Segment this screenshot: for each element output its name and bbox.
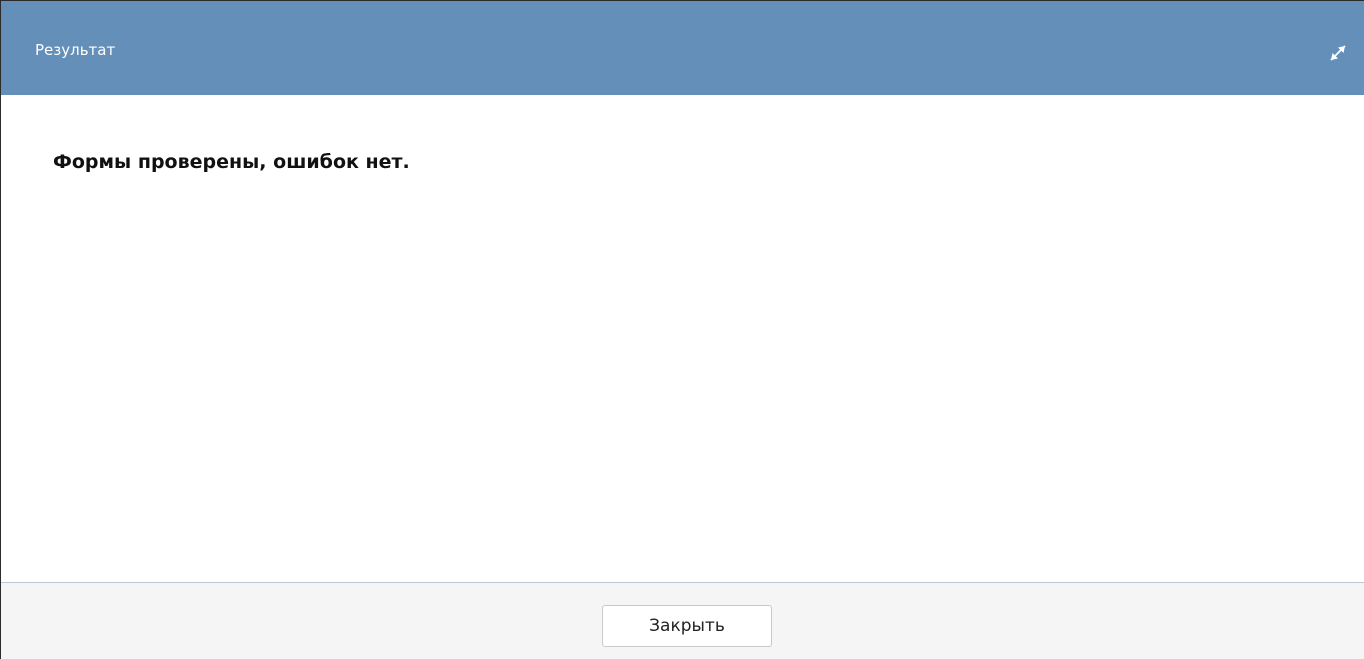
dialog-title: Результат [35, 41, 116, 59]
dialog-content: Формы проверены, ошибок нет. [1, 95, 1364, 582]
dialog-footer: Закрыть [1, 582, 1364, 659]
dialog-titlebar: Результат [1, 1, 1364, 95]
result-message: Формы проверены, ошибок нет. [53, 151, 410, 173]
close-button[interactable]: Закрыть [602, 605, 772, 647]
result-dialog: Результат Формы проверены, ошибок нет. З… [0, 0, 1364, 659]
maximize-icon[interactable] [1326, 41, 1350, 65]
